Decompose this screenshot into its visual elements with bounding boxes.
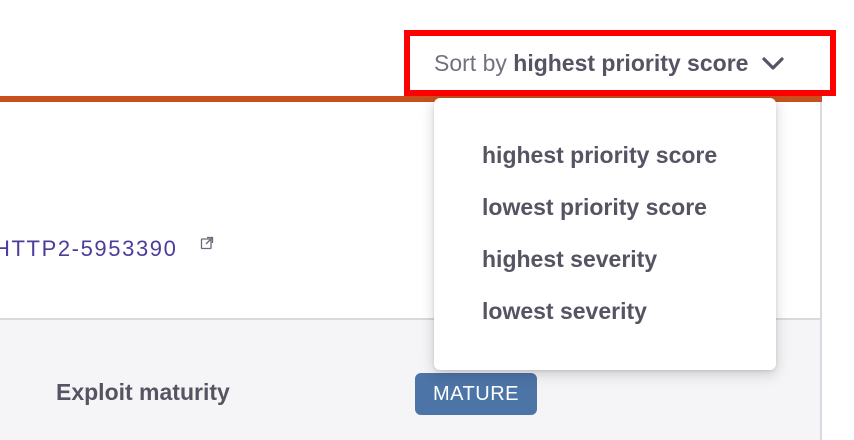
chevron-down-icon[interactable] — [760, 50, 786, 76]
exploit-maturity-label: Exploit maturity — [56, 379, 230, 405]
sort-option-lowest-priority-score[interactable]: lowest priority score — [434, 188, 776, 240]
sort-selected-value: highest priority score — [513, 49, 749, 76]
vulnerability-id-link[interactable]: HTTP2-5953390 — [0, 236, 177, 262]
sort-by-prefix: Sort by — [434, 49, 507, 76]
external-link-icon[interactable] — [200, 236, 214, 250]
exploit-maturity-badge: MATURE — [415, 373, 537, 415]
sort-by-text: Sort by highest priority score — [434, 50, 748, 77]
page: HTTP2-5953390 Exploit maturity MATURE So… — [0, 0, 854, 440]
sort-option-highest-severity[interactable]: highest severity — [434, 240, 776, 292]
sort-by-dropdown-toggle[interactable]: Sort by highest priority score — [404, 30, 836, 96]
sort-option-highest-priority-score[interactable]: highest priority score — [434, 136, 776, 188]
sort-options-menu: highest priority score lowest priority s… — [434, 98, 776, 370]
sort-option-lowest-severity[interactable]: lowest severity — [434, 292, 776, 344]
